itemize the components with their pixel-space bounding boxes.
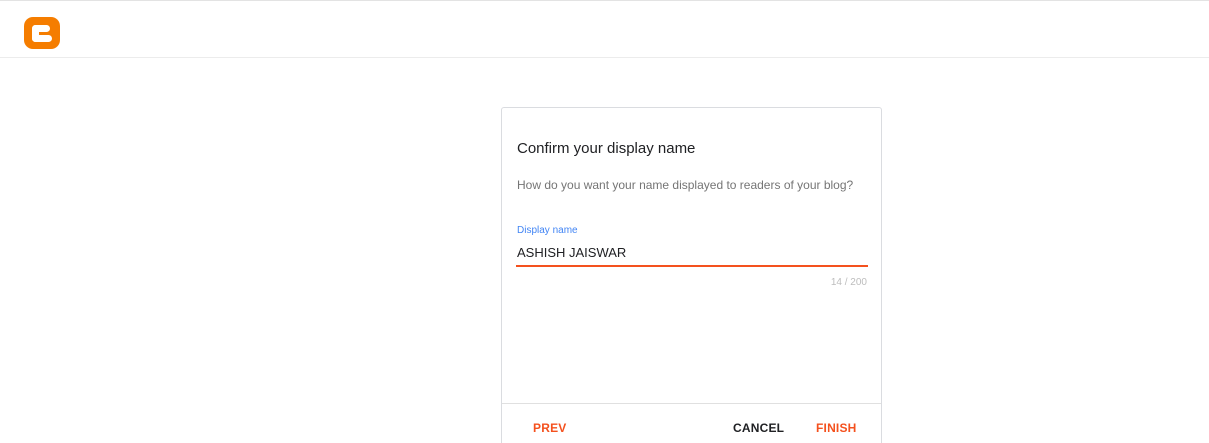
dialog-title: Confirm your display name bbox=[517, 140, 696, 157]
dialog-subtitle: How do you want your name displayed to r… bbox=[517, 178, 854, 192]
blogger-logo-icon[interactable] bbox=[24, 17, 60, 49]
top-bar bbox=[0, 0, 1209, 58]
prev-button[interactable]: PREV bbox=[533, 421, 566, 435]
display-name-input[interactable] bbox=[516, 243, 868, 267]
display-name-dialog: Confirm your display name How do you wan… bbox=[501, 107, 882, 443]
display-name-label: Display name bbox=[517, 225, 578, 236]
dialog-footer: PREV CANCEL FINISH bbox=[502, 403, 881, 443]
character-counter: 14 / 200 bbox=[830, 277, 867, 288]
page: Confirm your display name How do you wan… bbox=[0, 0, 1209, 443]
cancel-button[interactable]: CANCEL bbox=[733, 421, 784, 435]
finish-button[interactable]: FINISH bbox=[816, 421, 857, 435]
